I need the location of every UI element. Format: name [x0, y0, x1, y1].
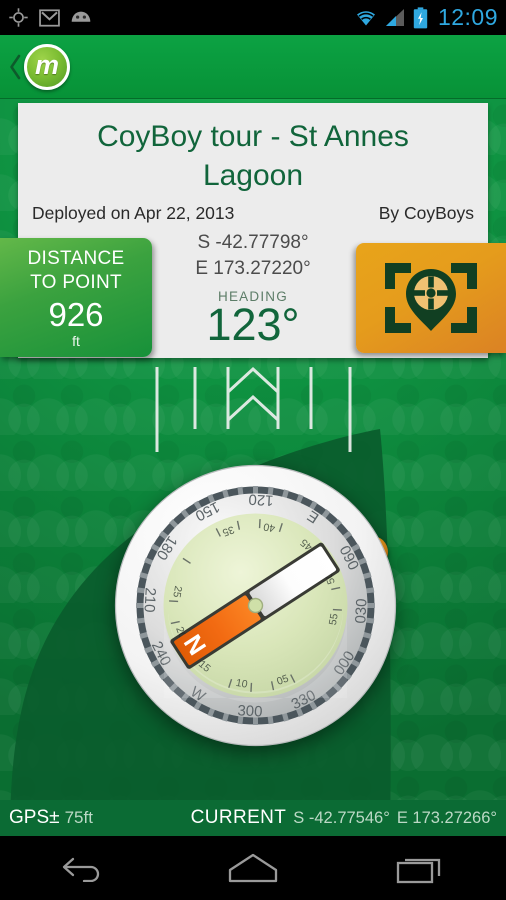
wifi-icon [356, 11, 375, 26]
home-nav-icon[interactable] [208, 844, 298, 892]
battery-charging-icon [413, 6, 428, 28]
app-logo-letter: m [34, 50, 59, 80]
distance-value: 926 [48, 296, 104, 333]
distance-label-line2: TO POINT [30, 272, 122, 293]
current-label: CURRENT [190, 807, 287, 828]
android-icon [71, 11, 91, 22]
current-position-group: CURRENT S -42.77546° E 173.27266° [191, 807, 497, 829]
current-latitude: S -42.77546° [293, 809, 390, 827]
pin-crosshair-frame-icon [385, 263, 477, 333]
status-bar: 12:09 [0, 0, 506, 35]
recents-nav-icon[interactable] [377, 844, 467, 892]
status-bar-notification-icons [8, 7, 92, 28]
current-longitude: E 173.27266° [396, 809, 497, 827]
svg-text:300: 300 [237, 702, 263, 720]
status-bar-clock: 12:09 [437, 4, 498, 30]
locate-on-map-button[interactable] [356, 243, 506, 353]
gps-status-bar: GPS± 75ft CURRENT S -42.77546° E 173.272… [0, 800, 506, 836]
cell-signal-icon [385, 9, 404, 26]
gps-accuracy-value: 75ft [64, 808, 93, 827]
card-meta-row: Deployed on Apr 22, 2013 By CoyBoys [18, 195, 488, 224]
action-bar: m [0, 35, 506, 99]
app-logo-badge[interactable]: m [24, 43, 70, 90]
svg-text:40: 40 [262, 520, 276, 534]
svg-text:55: 55 [327, 612, 341, 626]
distance-unit: ft [72, 333, 80, 349]
gps-fix-icon [9, 8, 28, 27]
svg-text:030: 030 [352, 598, 370, 624]
distance-to-point-panel: DISTANCE TO POINT 926 ft [0, 238, 152, 357]
status-bar-system-icons: 12:09 [354, 4, 498, 31]
gmail-icon [39, 8, 60, 27]
svg-text:120: 120 [248, 491, 274, 509]
deployed-date: Deployed on Apr 22, 2013 [32, 203, 235, 223]
svg-text:10: 10 [235, 677, 249, 691]
distance-label-line1: DISTANCE [27, 248, 125, 269]
back-chevron-icon[interactable] [4, 54, 26, 80]
android-navigation-bar [0, 836, 506, 900]
compass-widget[interactable]: 000 330 300 W 240 210 180 150 120 E 060 … [113, 463, 398, 748]
svg-text:25: 25 [170, 585, 184, 599]
svg-text:210: 210 [141, 587, 159, 613]
back-nav-icon[interactable] [39, 844, 129, 892]
gps-accuracy-label: GPS± [9, 807, 60, 828]
author-label: By CoyBoys [378, 203, 474, 223]
app-screen: 12:09 m 000 330 300 W 240 210 180 150 12… [0, 0, 506, 900]
page-title: CoyBoy tour - St Annes Lagoon [97, 120, 409, 192]
